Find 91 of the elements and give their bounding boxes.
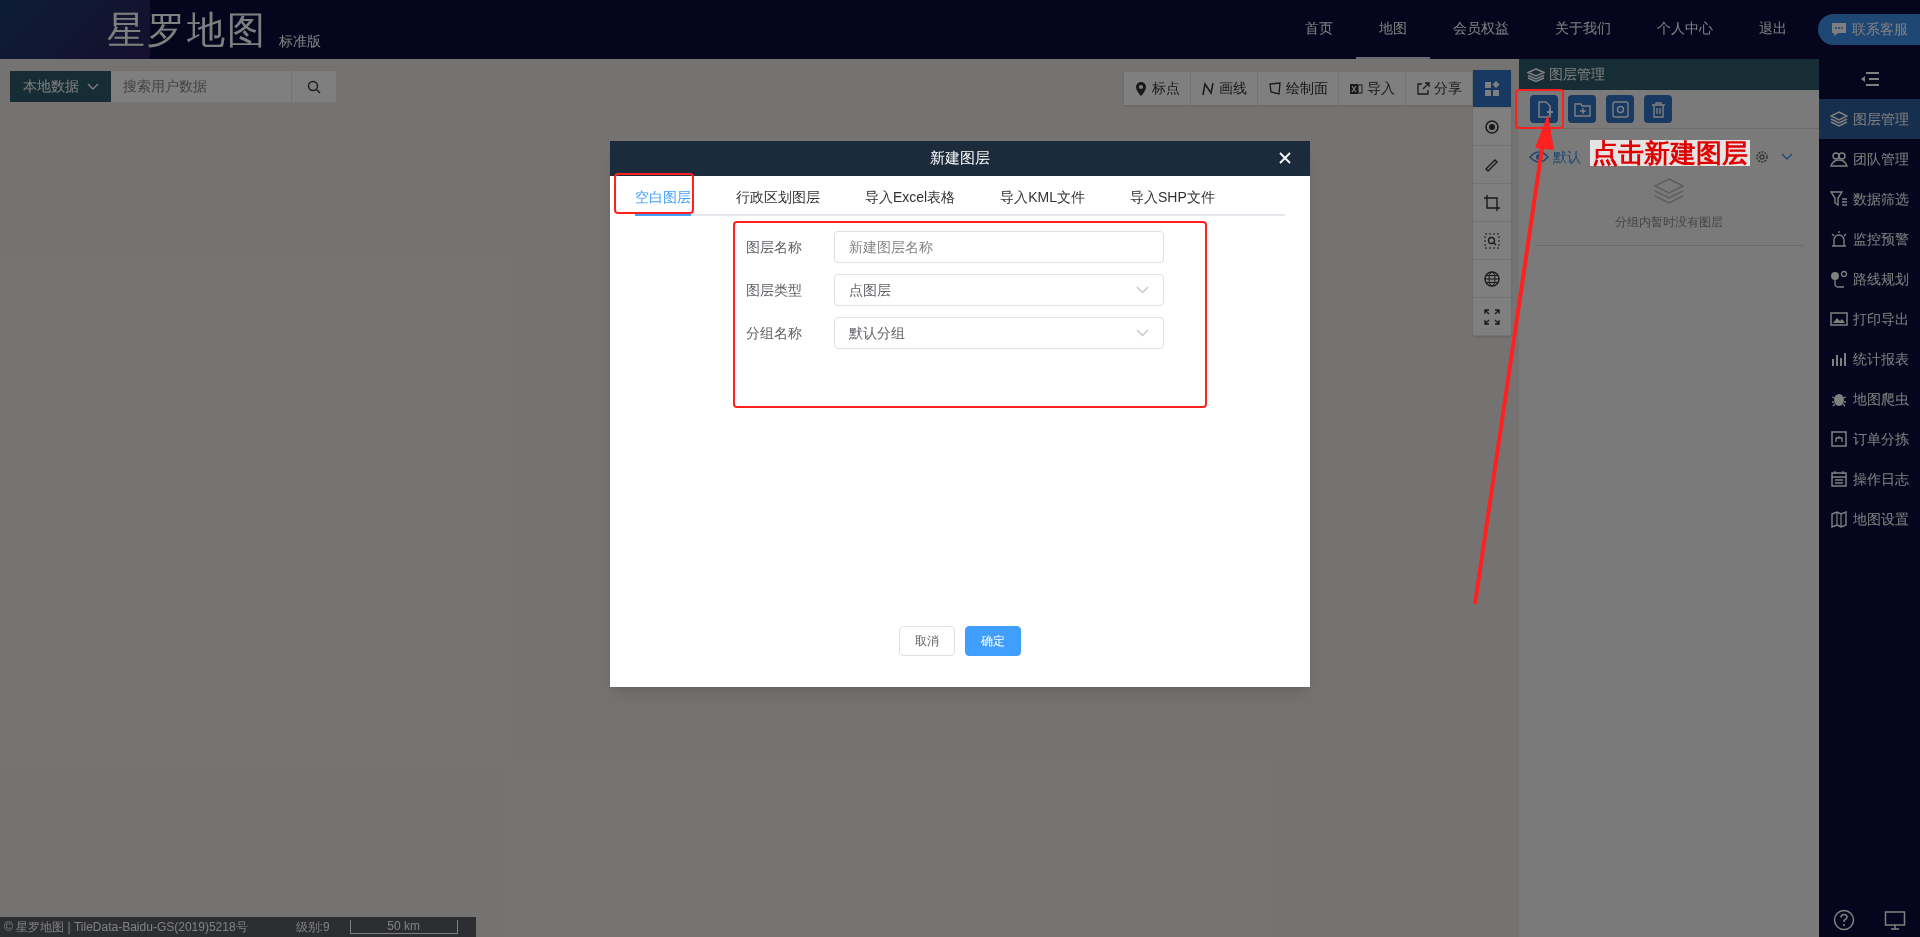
dialog-tab[interactable]: 行政区划图层: [736, 180, 820, 216]
layer-settings-button[interactable]: [1606, 95, 1634, 123]
grid-icon: [1483, 79, 1501, 98]
nav-link[interactable]: 会员权益: [1430, 0, 1532, 59]
route-icon: [1830, 270, 1848, 288]
calendar-icon: [1830, 470, 1848, 488]
zoom-area-button[interactable]: [1473, 222, 1511, 260]
caret-icon[interactable]: [1781, 153, 1793, 161]
sidebar-item[interactable]: 地图爬虫: [1819, 379, 1920, 419]
layer-name-field[interactable]: 新建图层名称: [834, 231, 1164, 263]
sidebar-item[interactable]: 路线规划: [1819, 259, 1920, 299]
nav-link[interactable]: 关于我们: [1532, 0, 1634, 59]
close-icon: [1279, 152, 1291, 164]
sidebar-item[interactable]: 图层管理: [1819, 99, 1920, 139]
eye-icon[interactable]: [1529, 150, 1549, 164]
toolbar-button[interactable]: 导入: [1339, 72, 1406, 105]
layers-icon: [1527, 67, 1545, 82]
search-icon: [307, 79, 321, 94]
nav-link[interactable]: 个人中心: [1634, 0, 1736, 59]
confirm-button[interactable]: 确定: [965, 626, 1021, 656]
gear-icon: [1610, 99, 1630, 119]
select-field[interactable]: 默认分组: [834, 317, 1164, 349]
sidebar-item[interactable]: 监控预警: [1819, 219, 1920, 259]
toolbar-button[interactable]: 画线: [1191, 72, 1258, 105]
dialog-title: 新建图层: [930, 148, 990, 169]
toolbar-button[interactable]: 标点: [1124, 72, 1191, 105]
locate-button[interactable]: [1473, 108, 1511, 146]
target-icon: [1483, 117, 1501, 136]
dialog-tab[interactable]: 导入KML文件: [1000, 180, 1086, 216]
help-icon[interactable]: [1833, 909, 1855, 931]
sidebar-item[interactable]: 团队管理: [1819, 139, 1920, 179]
field-label: 图层名称: [746, 237, 803, 257]
select-field[interactable]: 点图层: [834, 274, 1164, 306]
chat-icon: [1830, 22, 1848, 37]
globe-button[interactable]: [1473, 260, 1511, 298]
fullscreen-icon: [1483, 307, 1501, 326]
sidebar-item[interactable]: 统计报表: [1819, 339, 1920, 379]
zoom-area-icon: [1483, 231, 1501, 250]
share-icon: [1416, 80, 1430, 97]
map-settings-icon: [1830, 510, 1848, 528]
edition-label: 标准版: [278, 32, 321, 51]
sidebar-item[interactable]: 打印导出: [1819, 299, 1920, 339]
sidebar-item[interactable]: 操作日志: [1819, 459, 1920, 499]
settings-icon[interactable]: [1755, 150, 1769, 164]
new-layer-button[interactable]: [1530, 95, 1558, 123]
pin-icon: [1134, 80, 1148, 97]
polygon-icon: [1268, 80, 1282, 97]
dialog-tab[interactable]: 空白图层: [635, 180, 691, 216]
monitor-icon[interactable]: [1884, 909, 1906, 931]
picture-icon: [1830, 310, 1848, 328]
layers-icon: [1830, 110, 1848, 128]
fullscreen-button[interactable]: [1473, 298, 1511, 336]
team-icon: [1830, 150, 1848, 168]
bar-chart-icon: [1830, 350, 1848, 368]
crop-button[interactable]: [1473, 184, 1511, 222]
search-button[interactable]: [291, 71, 336, 102]
dialog-tab[interactable]: 导入Excel表格: [865, 180, 956, 216]
dialog-tab[interactable]: 导入SHP文件: [1130, 180, 1215, 216]
delete-button[interactable]: [1644, 95, 1672, 123]
filter-icon: [1830, 190, 1848, 208]
annotation-text: 点击新建图层: [1590, 140, 1750, 166]
measure-button[interactable]: [1473, 146, 1511, 184]
source-dropdown[interactable]: 本地数据: [10, 71, 111, 102]
caret-icon: [86, 82, 99, 91]
sidebar-item[interactable]: 数据筛选: [1819, 179, 1920, 219]
zoom-level: 级别:9: [295, 919, 330, 936]
toolbar-button[interactable]: 绘制面: [1258, 72, 1339, 105]
nav-link[interactable]: 首页: [1282, 0, 1356, 59]
panel-title: 图层管理: [1549, 65, 1605, 84]
nav-link[interactable]: 退出: [1736, 0, 1810, 59]
nav-link[interactable]: 地图: [1356, 0, 1430, 59]
alarm-icon: [1830, 230, 1848, 248]
cancel-button[interactable]: 取消: [899, 626, 955, 656]
caret-icon: [1136, 286, 1149, 294]
menu-icon: [1859, 71, 1880, 87]
order-icon: [1830, 430, 1848, 448]
grid-tool-button[interactable]: [1473, 70, 1511, 108]
new-group-button[interactable]: [1568, 95, 1596, 123]
crop-icon: [1483, 193, 1501, 212]
polyline-icon: [1201, 80, 1215, 97]
sidebar-item[interactable]: 地图设置: [1819, 499, 1920, 539]
field-label: 分组名称: [746, 323, 803, 343]
caret-icon: [1136, 329, 1149, 337]
app-title: 星罗地图: [107, 10, 267, 49]
field-label: 图层类型: [746, 280, 803, 300]
empty-layers-icon: [1653, 177, 1685, 205]
globe-icon: [1483, 269, 1501, 288]
scale-bar: 50 km: [349, 920, 458, 934]
search-field[interactable]: 搜索用户数据: [111, 71, 291, 102]
sidebar-item[interactable]: 订单分拣: [1819, 419, 1920, 459]
attribution-text: © 星罗地图 | TileData-Baidu-GS(2019)5218号: [4, 919, 248, 936]
